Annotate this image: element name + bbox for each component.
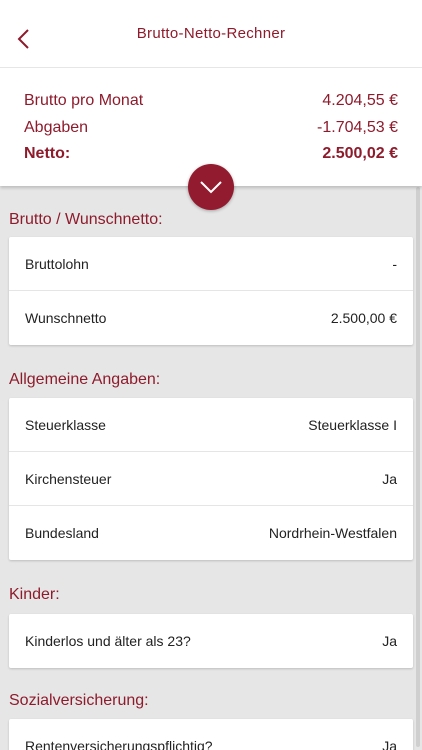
list-item-steuerklasse[interactable]: Steuerklasse Steuerklasse I: [9, 398, 413, 452]
item-value: -: [392, 255, 397, 272]
card-kinder: Kinderlos und älter als 23? Ja: [9, 614, 413, 668]
chevron-down-icon: [200, 181, 222, 194]
section-title-sozial: Sozialversicherung:: [9, 692, 149, 709]
card-brutto: Bruttolohn - Wunschnetto 2.500,00 €: [9, 237, 413, 345]
summary-label: Abgaben: [24, 118, 89, 136]
list-item-kirchensteuer[interactable]: Kirchensteuer Ja: [9, 452, 413, 506]
section-title-allgemein: Allgemeine Angaben:: [9, 371, 161, 388]
item-label: Steuerklasse: [25, 416, 106, 433]
card-sozial: Rentenversicherungspflichtig? Ja: [9, 719, 413, 750]
list-item-bruttolohn[interactable]: Bruttolohn -: [9, 237, 413, 291]
item-label: Kirchensteuer: [25, 470, 112, 487]
list-item-bundesland[interactable]: Bundesland Nordrhein-Westfalen: [9, 506, 413, 560]
summary-value: -1.704,53 €: [317, 118, 398, 136]
item-label: Bruttolohn: [25, 255, 89, 272]
navigation-bar: Brutto-Netto-Rechner: [0, 0, 422, 68]
item-label: Kinderlos und älter als 23?: [25, 633, 191, 649]
item-value: Ja: [382, 470, 397, 487]
scrollbar[interactable]: [416, 187, 420, 747]
summary-label: Netto:: [24, 145, 71, 163]
item-value: Nordrhein-Westfalen: [268, 525, 397, 541]
page-title: Brutto-Netto-Rechner: [136, 25, 286, 42]
summary-row-abgaben: Abgaben -1.704,53 €: [24, 115, 398, 142]
summary-value: 4.204,55 €: [322, 92, 398, 110]
item-value: Ja: [382, 738, 397, 750]
card-allgemein: Steuerklasse Steuerklasse I Kirchensteue…: [9, 398, 413, 560]
item-value: 2.500,00 €: [330, 310, 397, 326]
item-label: Wunschnetto: [25, 310, 107, 326]
list-item-rentenversicherung[interactable]: Rentenversicherungspflichtig? Ja: [9, 719, 413, 750]
item-label: Bundesland: [25, 525, 99, 541]
form-content[interactable]: Brutto / Wunschnetto: Bruttolohn - Wunsc…: [0, 186, 422, 750]
section-title-brutto: Brutto / Wunschnetto:: [9, 211, 163, 228]
item-value: Ja: [382, 633, 397, 649]
list-item-kinderlos[interactable]: Kinderlos und älter als 23? Ja: [9, 614, 413, 668]
chevron-left-icon: [17, 29, 29, 49]
item-value: Steuerklasse I: [308, 416, 397, 433]
section-title-kinder: Kinder:: [9, 586, 60, 603]
expand-toggle-button[interactable]: [188, 164, 234, 210]
summary-value: 2.500,02 €: [322, 145, 398, 163]
summary-label: Brutto pro Monat: [24, 92, 144, 110]
summary-row-brutto: Brutto pro Monat 4.204,55 €: [24, 88, 398, 115]
back-button[interactable]: [8, 24, 38, 54]
list-item-wunschnetto[interactable]: Wunschnetto 2.500,00 €: [9, 291, 413, 345]
item-label: Rentenversicherungspflichtig?: [25, 738, 213, 750]
